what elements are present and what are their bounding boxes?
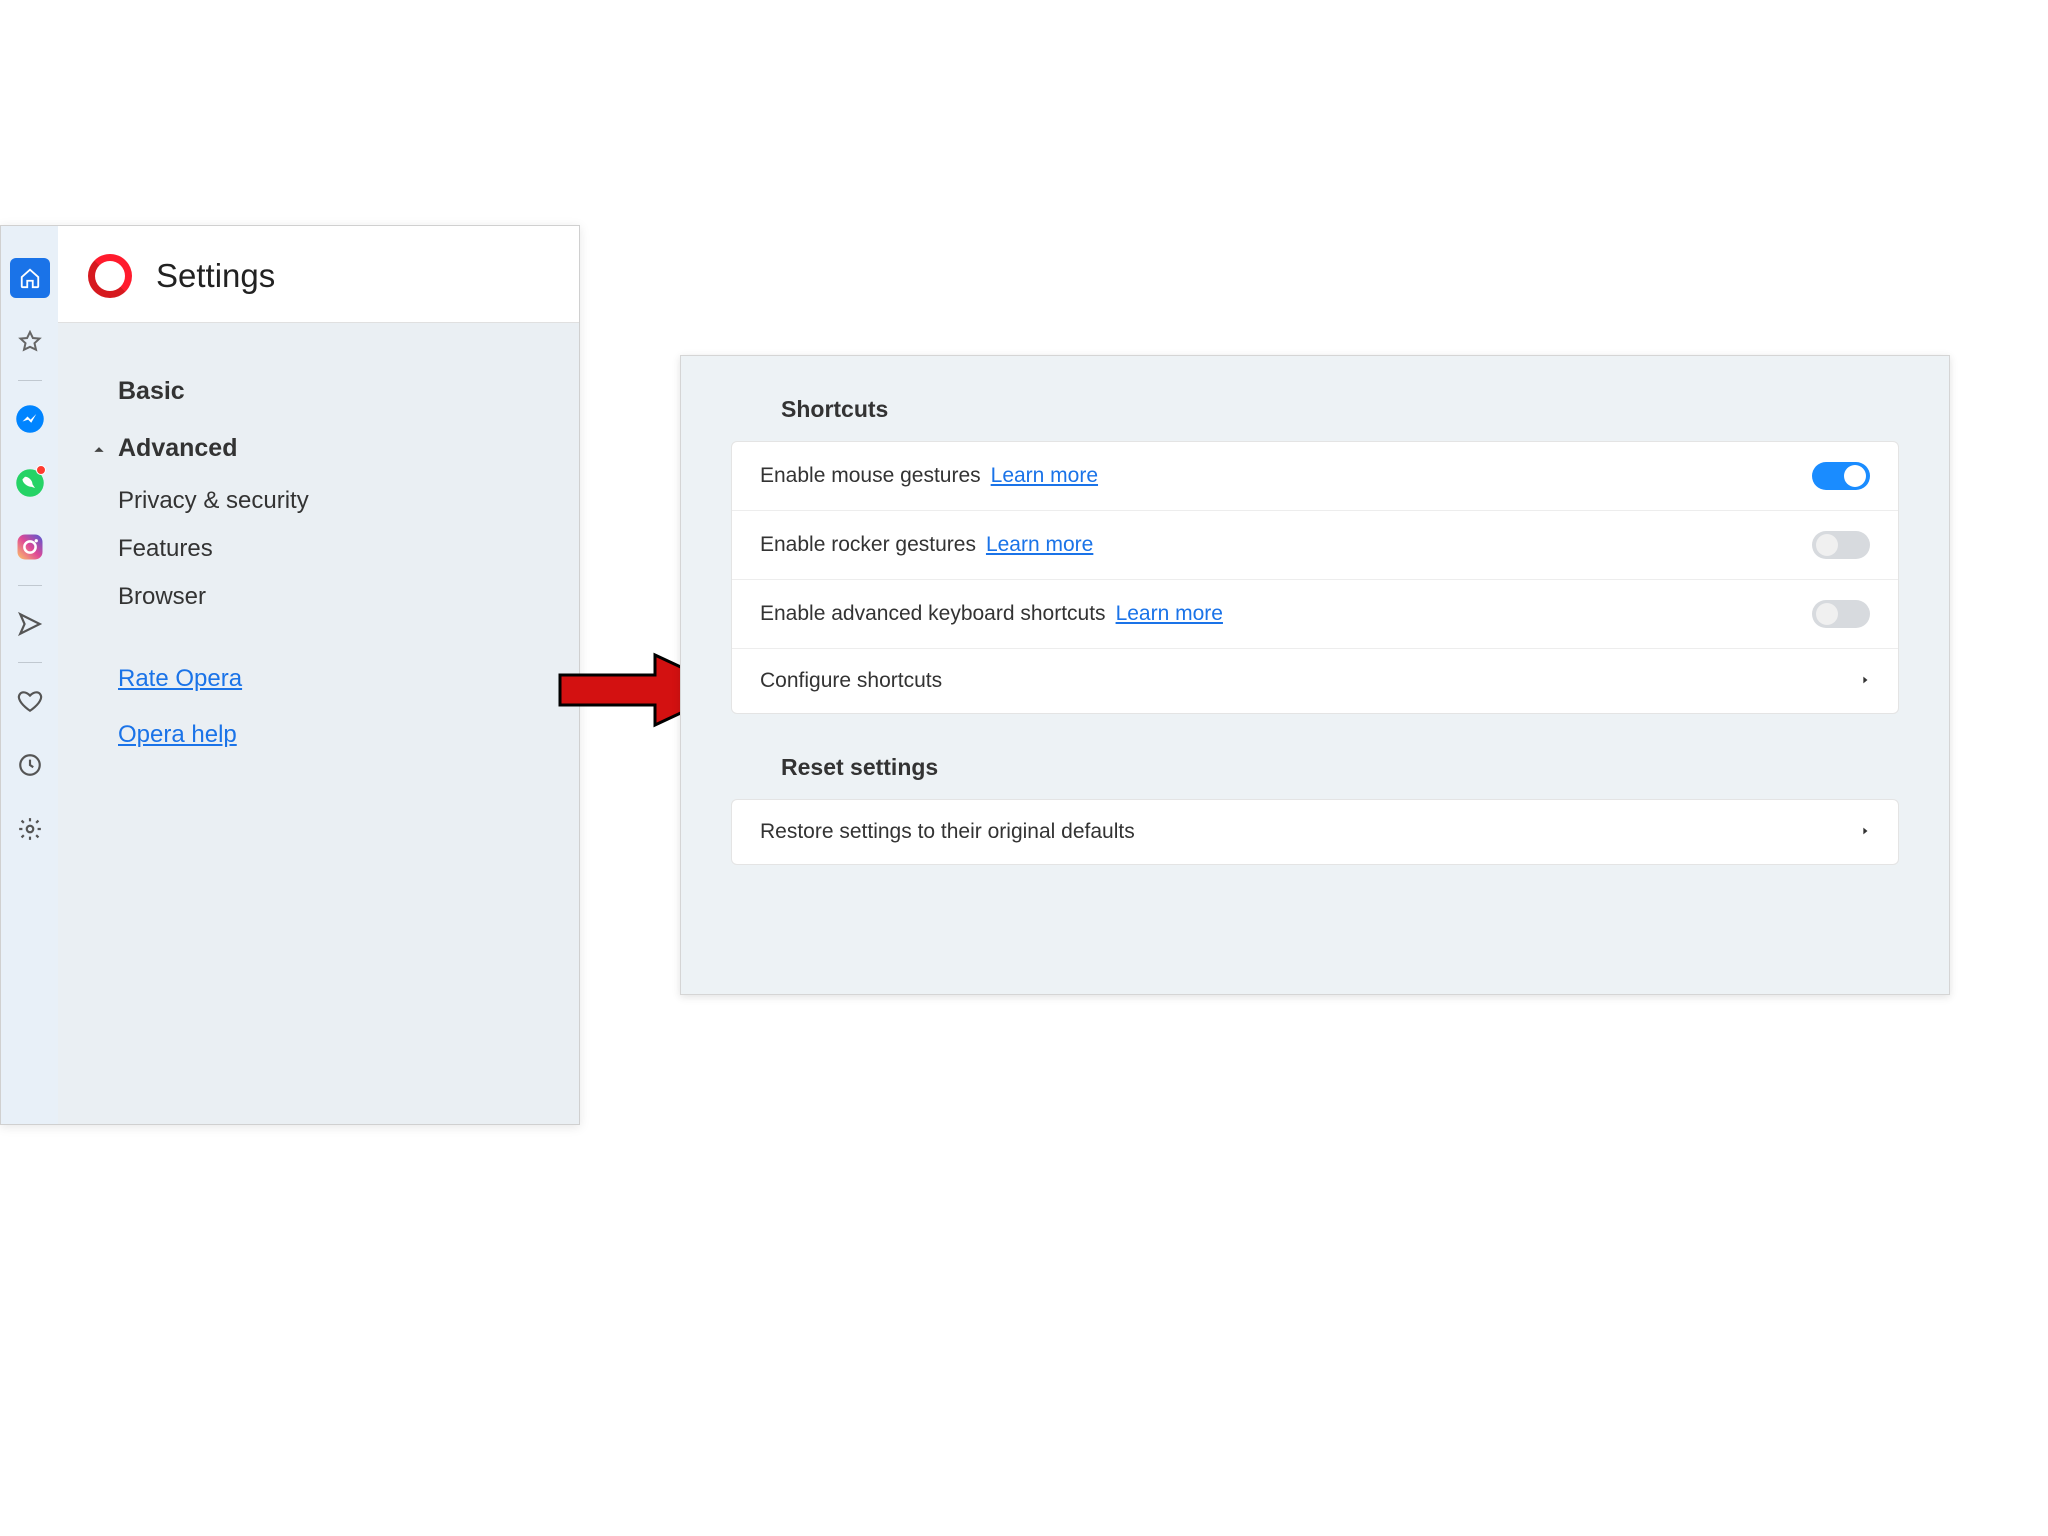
opera-logo-icon bbox=[88, 254, 132, 298]
learn-more-link[interactable]: Learn more bbox=[991, 464, 1098, 488]
shortcuts-section-title: Shortcuts bbox=[781, 396, 1899, 423]
heart-outline-icon[interactable] bbox=[10, 681, 50, 721]
clock-icon[interactable] bbox=[10, 745, 50, 785]
instagram-icon[interactable] bbox=[10, 527, 50, 567]
row-configure-shortcuts[interactable]: Configure shortcuts bbox=[732, 649, 1898, 713]
label-keyboard-shortcuts: Enable advanced keyboard shortcuts bbox=[760, 602, 1106, 626]
row-mouse-gestures: Enable mouse gestures Learn more bbox=[732, 442, 1898, 511]
whatsapp-icon[interactable] bbox=[10, 463, 50, 503]
label-restore-defaults: Restore settings to their original defau… bbox=[760, 820, 1135, 844]
iconbar-separator bbox=[18, 662, 42, 663]
nav-browser[interactable]: Browser bbox=[58, 573, 579, 621]
learn-more-link[interactable]: Learn more bbox=[986, 533, 1093, 557]
label-configure-shortcuts: Configure shortcuts bbox=[760, 669, 942, 693]
nav-features[interactable]: Features bbox=[58, 525, 579, 573]
learn-more-link[interactable]: Learn more bbox=[1116, 602, 1223, 626]
label-mouse-gestures: Enable mouse gestures bbox=[760, 464, 981, 488]
row-restore-defaults[interactable]: Restore settings to their original defau… bbox=[732, 800, 1898, 864]
page-title: Settings bbox=[156, 257, 275, 295]
nav-advanced-label: Advanced bbox=[118, 434, 237, 462]
row-keyboard-shortcuts: Enable advanced keyboard shortcuts Learn… bbox=[732, 580, 1898, 649]
send-icon[interactable] bbox=[10, 604, 50, 644]
toggle-keyboard-shortcuts[interactable] bbox=[1812, 600, 1870, 628]
toggle-mouse-gestures[interactable] bbox=[1812, 462, 1870, 490]
nav-opera-help[interactable]: Opera help bbox=[58, 707, 579, 763]
row-rocker-gestures: Enable rocker gestures Learn more bbox=[732, 511, 1898, 580]
chevron-right-icon bbox=[1860, 820, 1870, 844]
chevron-right-icon bbox=[1860, 669, 1870, 693]
star-outline-icon[interactable] bbox=[10, 322, 50, 362]
reset-section-title: Reset settings bbox=[781, 754, 1899, 781]
vertical-iconbar bbox=[1, 226, 58, 1124]
nav-privacy[interactable]: Privacy & security bbox=[58, 477, 579, 525]
nav-spacer bbox=[58, 621, 579, 651]
shortcuts-card: Enable mouse gestures Learn more Enable … bbox=[731, 441, 1899, 714]
messenger-icon[interactable] bbox=[10, 399, 50, 439]
nav-rate-opera[interactable]: Rate Opera bbox=[58, 651, 579, 707]
iconbar-separator bbox=[18, 380, 42, 381]
settings-nav: Basic Advanced Privacy & security Featur… bbox=[58, 323, 579, 1124]
shortcuts-settings-panel: Shortcuts Enable mouse gestures Learn mo… bbox=[680, 355, 1950, 995]
nav-advanced[interactable]: Advanced bbox=[58, 420, 579, 477]
chevron-up-icon bbox=[92, 434, 106, 463]
gear-icon[interactable] bbox=[10, 809, 50, 849]
reset-card: Restore settings to their original defau… bbox=[731, 799, 1899, 865]
settings-header: Settings bbox=[58, 226, 579, 323]
home-icon[interactable] bbox=[10, 258, 50, 298]
toggle-rocker-gestures[interactable] bbox=[1812, 531, 1870, 559]
settings-body: Settings Basic Advanced Privacy & securi… bbox=[58, 226, 579, 1124]
settings-sidebar-window: Settings Basic Advanced Privacy & securi… bbox=[0, 225, 580, 1125]
label-rocker-gestures: Enable rocker gestures bbox=[760, 533, 976, 557]
iconbar-separator bbox=[18, 585, 42, 586]
notification-badge-icon bbox=[36, 465, 46, 475]
nav-basic[interactable]: Basic bbox=[58, 363, 579, 420]
